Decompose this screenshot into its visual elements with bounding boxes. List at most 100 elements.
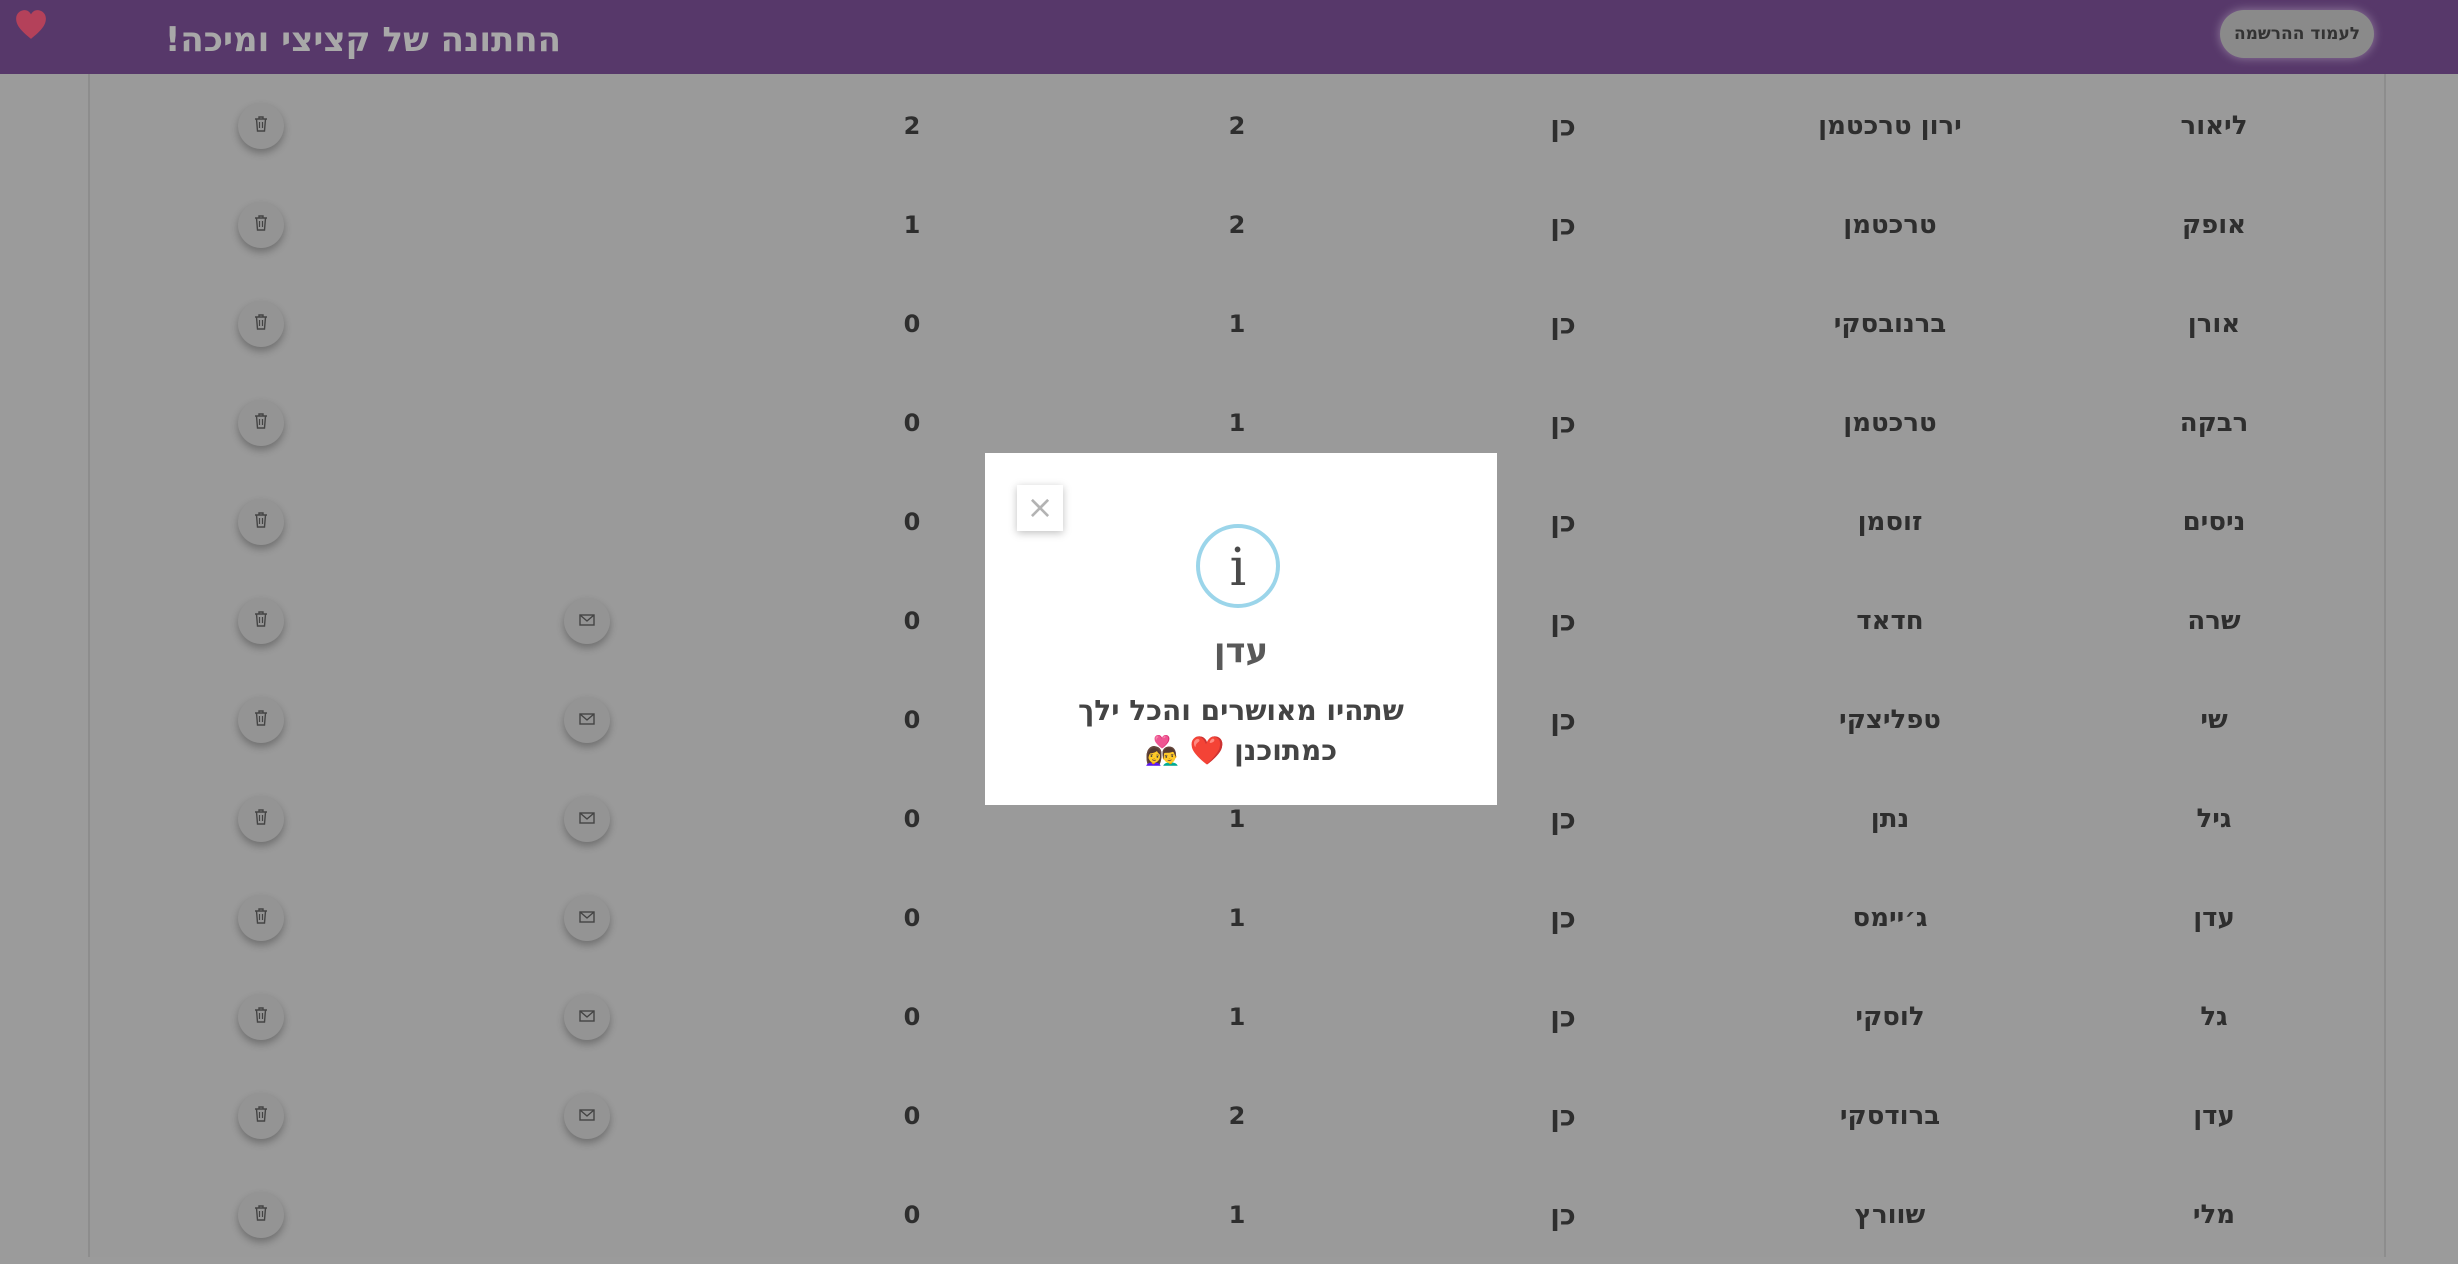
envelope-icon xyxy=(579,1106,595,1125)
second-count-cell: 0 xyxy=(903,1002,921,1031)
guest-count-cell: 2 xyxy=(1228,1101,1246,1130)
first-name-cell: שי xyxy=(2200,704,2228,735)
second-count-cell: 0 xyxy=(903,1101,921,1130)
first-name-cell: ניסים xyxy=(2182,506,2246,537)
trash-icon xyxy=(254,907,268,928)
first-name-cell: גיל xyxy=(2196,803,2232,834)
attending-cell: כן xyxy=(1550,406,1576,439)
trash-icon xyxy=(254,1204,268,1225)
trash-icon xyxy=(254,412,268,433)
first-name-cell: עדן xyxy=(2193,1100,2235,1131)
second-count-cell: 0 xyxy=(903,408,921,437)
delete-button[interactable] xyxy=(238,102,284,149)
attending-cell: כן xyxy=(1550,802,1576,835)
table-row: אופק טרכטמן כן 2 1 xyxy=(90,175,2384,274)
delete-button[interactable] xyxy=(238,597,284,644)
trash-icon xyxy=(254,610,268,631)
delete-button[interactable] xyxy=(238,993,284,1040)
attending-cell: כן xyxy=(1550,1198,1576,1231)
first-name-cell: אופק xyxy=(2181,209,2247,240)
trash-icon xyxy=(254,511,268,532)
attending-cell: כן xyxy=(1550,208,1576,241)
delete-button[interactable] xyxy=(238,498,284,545)
last-name-cell: נתן xyxy=(1870,803,1910,834)
last-name-cell: טרכטמן xyxy=(1843,407,1937,438)
guest-count-cell: 1 xyxy=(1228,903,1246,932)
guest-count-cell: 1 xyxy=(1228,1002,1246,1031)
guest-count-cell: 1 xyxy=(1228,309,1246,338)
close-button[interactable]: × xyxy=(1017,485,1063,531)
attending-cell: כן xyxy=(1550,604,1576,637)
mail-button[interactable] xyxy=(564,993,610,1040)
last-name-cell: ירון טרכטמן xyxy=(1818,110,1962,141)
trash-icon xyxy=(254,313,268,334)
attending-cell: כן xyxy=(1550,1099,1576,1132)
envelope-icon xyxy=(579,710,595,729)
guest-count-cell: 2 xyxy=(1228,111,1246,140)
attending-cell: כן xyxy=(1550,109,1576,142)
second-count-cell: 0 xyxy=(903,1200,921,1229)
first-name-cell: ליאור xyxy=(2180,110,2248,141)
modal-message: שתהיו מאושרים והכל ילך כמתוכנן ❤️ 👩‍❤️‍👨 xyxy=(1078,694,1404,767)
first-name-cell: אורן xyxy=(2187,308,2241,339)
envelope-icon xyxy=(579,809,595,828)
table-row: ליאור ירון טרכטמן כן 2 2 xyxy=(90,76,2384,175)
second-count-cell: 1 xyxy=(903,210,921,239)
attending-cell: כן xyxy=(1550,901,1576,934)
delete-button[interactable] xyxy=(238,399,284,446)
last-name-cell: ברודסקי xyxy=(1839,1100,1941,1131)
second-count-cell: 0 xyxy=(903,804,921,833)
mail-button[interactable] xyxy=(564,795,610,842)
modal-title: עדן xyxy=(1213,631,1269,671)
attending-cell: כן xyxy=(1550,703,1576,736)
second-count-cell: 0 xyxy=(903,705,921,734)
delete-button[interactable] xyxy=(238,894,284,941)
info-icon: i xyxy=(1196,524,1280,608)
first-name-cell: שרה xyxy=(2187,605,2241,636)
second-count-cell: 0 xyxy=(903,606,921,635)
last-name-cell: ג׳יימס xyxy=(1852,902,1928,933)
last-name-cell: טפליצקי xyxy=(1839,704,1941,735)
table-row: גל לוסקי כן 1 0 xyxy=(90,967,2384,1066)
mail-button[interactable] xyxy=(564,894,610,941)
registration-page-button[interactable]: לעמוד ההרשמה xyxy=(2220,10,2374,58)
attending-cell: כן xyxy=(1550,307,1576,340)
site-title: החתונה של קציצי ומיכה! xyxy=(164,20,561,60)
first-name-cell: מלי xyxy=(2192,1199,2236,1230)
last-name-cell: חדאד xyxy=(1856,605,1924,636)
table-row: אורן ברנובסקי כן 1 0 xyxy=(90,274,2384,373)
guest-count-cell: 1 xyxy=(1228,408,1246,437)
attending-cell: כן xyxy=(1550,1000,1576,1033)
delete-button[interactable] xyxy=(238,1092,284,1139)
last-name-cell: טרכטמן xyxy=(1843,209,1937,240)
delete-button[interactable] xyxy=(238,795,284,842)
heart-icon xyxy=(16,10,46,39)
trash-icon xyxy=(254,808,268,829)
mail-button[interactable] xyxy=(564,696,610,743)
second-count-cell: 0 xyxy=(903,903,921,932)
delete-button[interactable] xyxy=(238,300,284,347)
delete-button[interactable] xyxy=(238,1191,284,1238)
second-count-cell: 0 xyxy=(903,309,921,338)
trash-icon xyxy=(254,709,268,730)
mail-button[interactable] xyxy=(564,597,610,644)
last-name-cell: לוסקי xyxy=(1855,1001,1925,1032)
envelope-icon xyxy=(579,908,595,927)
mail-button[interactable] xyxy=(564,1092,610,1139)
envelope-icon xyxy=(579,611,595,630)
trash-icon xyxy=(254,1006,268,1027)
second-count-cell: 0 xyxy=(903,507,921,536)
trash-icon xyxy=(254,115,268,136)
delete-button[interactable] xyxy=(238,201,284,248)
table-row: עדן ג׳יימס כן 1 0 xyxy=(90,868,2384,967)
second-count-cell: 2 xyxy=(903,111,921,140)
delete-button[interactable] xyxy=(238,696,284,743)
last-name-cell: ברנובסקי xyxy=(1833,308,1947,339)
guest-count-cell: 2 xyxy=(1228,210,1246,239)
table-row: מלי שוורץ כן 1 0 xyxy=(90,1165,2384,1264)
last-name-cell: זוסמן xyxy=(1857,506,1923,537)
first-name-cell: רבקה xyxy=(2179,407,2249,438)
first-name-cell: עדן xyxy=(2193,902,2235,933)
info-modal: × i עדן שתהיו מאושרים והכל ילך כמתוכנן ❤… xyxy=(985,453,1497,805)
top-bar: החתונה של קציצי ומיכה! לעמוד ההרשמה xyxy=(0,0,2458,74)
